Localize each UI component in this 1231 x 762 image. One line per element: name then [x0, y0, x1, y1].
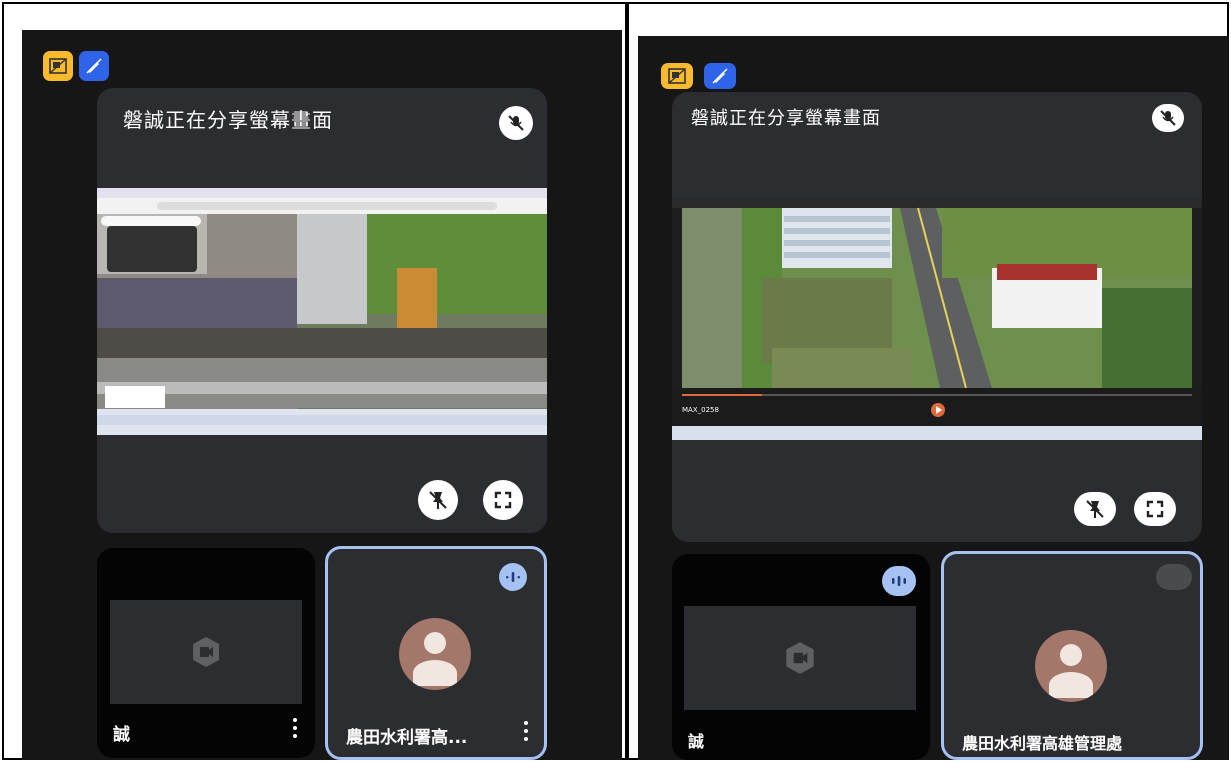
- left-screenshot-frame: 磐誠正在分享螢幕畫面 誠 農田水利署高...: [2, 2, 627, 760]
- video-filename: MAX_0258: [682, 406, 719, 414]
- layout-icon[interactable]: [43, 51, 73, 81]
- mic-off-icon: [1152, 104, 1184, 132]
- more-icon[interactable]: [524, 721, 528, 745]
- left-meet-screen: 磐誠正在分享螢幕畫面 誠 農田水利署高...: [22, 30, 622, 760]
- unpin-icon[interactable]: [418, 480, 458, 520]
- share-title: 磐誠正在分享螢幕畫面: [123, 108, 333, 132]
- screen-share-card: 磐誠正在分享螢幕畫面: [97, 88, 547, 533]
- avatar-icon: [1035, 630, 1107, 702]
- camera-off-icon: [193, 637, 219, 667]
- pen-icon[interactable]: [704, 63, 736, 89]
- screen-share-card: 磐誠正在分享螢幕畫面: [672, 92, 1202, 542]
- fullscreen-icon[interactable]: [1134, 492, 1176, 526]
- participant-name: 農田水利署高...: [346, 728, 468, 748]
- right-meet-screen: 磐誠正在分享螢幕畫面 MAX_0258 誠 農田水利署高雄管理處: [638, 36, 1229, 760]
- layout-icon[interactable]: [661, 63, 693, 89]
- participant-name: 誠: [113, 725, 130, 745]
- participant-name: 農田水利署高雄管理處: [962, 734, 1123, 753]
- participant-name: 誠: [688, 732, 705, 751]
- unpin-icon[interactable]: [1074, 492, 1116, 526]
- fullscreen-icon[interactable]: [483, 480, 523, 520]
- shared-screen-view: MAX_0258: [672, 198, 1202, 440]
- pen-icon[interactable]: [79, 51, 109, 81]
- share-title: 磐誠正在分享螢幕畫面: [691, 108, 881, 129]
- mic-off-icon: [499, 106, 533, 140]
- participant-tile-active[interactable]: 農田水利署高雄管理處: [941, 551, 1203, 760]
- camera-off-placeholder: [684, 606, 916, 710]
- participant-tile[interactable]: 誠: [97, 548, 315, 758]
- camera-off-icon: [786, 642, 814, 674]
- speaking-icon: [882, 566, 916, 596]
- avatar-icon: [399, 618, 471, 690]
- participant-tile[interactable]: 誠: [672, 554, 930, 760]
- status-indicator: [1156, 564, 1192, 590]
- speaking-icon: [499, 563, 527, 591]
- camera-off-placeholder: [110, 600, 302, 704]
- right-screenshot-frame: 磐誠正在分享螢幕畫面 MAX_0258 誠 農田水利署高雄管理處: [627, 2, 1229, 760]
- more-icon[interactable]: [293, 718, 297, 742]
- shared-screen-view: [97, 188, 547, 435]
- participant-tile-active[interactable]: 農田水利署高...: [325, 546, 547, 760]
